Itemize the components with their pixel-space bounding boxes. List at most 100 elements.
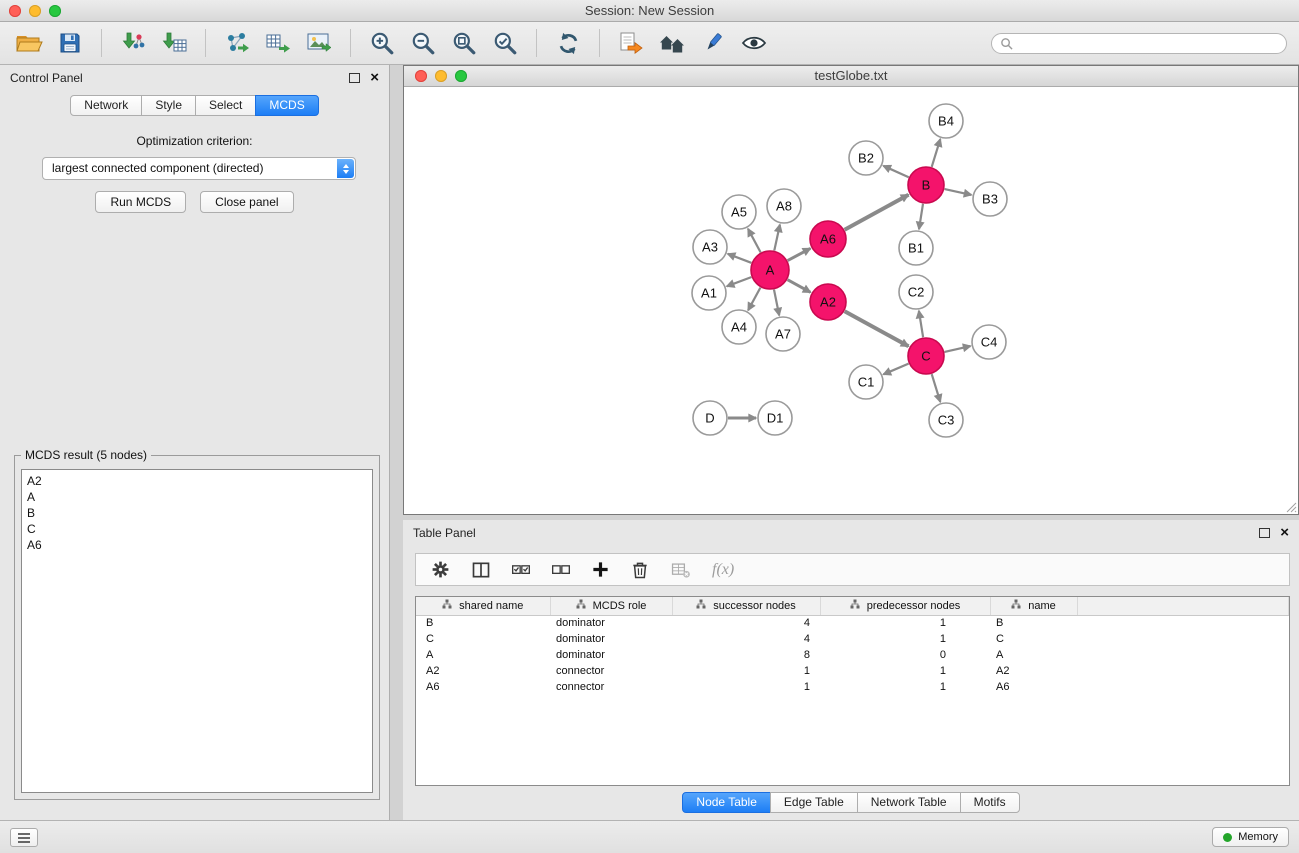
table-cell[interactable]: 1	[820, 631, 990, 647]
graph-edge[interactable]	[919, 204, 923, 229]
graph-edge[interactable]	[945, 189, 972, 195]
search-input[interactable]	[1018, 36, 1278, 50]
table-cell[interactable]: 1	[820, 615, 990, 631]
network-canvas[interactable]: AA6A2BCA1A3A4A5A7A8B1B2B3B4C1C2C3C4DD1	[404, 88, 1298, 514]
select-all-icon[interactable]	[511, 557, 531, 583]
tab-select[interactable]: Select	[195, 95, 256, 116]
table-cell[interactable]: A	[416, 647, 550, 663]
table-row[interactable]: A6connector11A6	[416, 679, 1289, 695]
mcds-result-item[interactable]: B	[27, 505, 367, 521]
graph-edge[interactable]	[788, 248, 811, 260]
new-network-icon[interactable]	[220, 26, 254, 60]
table-cell[interactable]: connector	[550, 663, 672, 679]
close-panel-icon[interactable]: ×	[370, 73, 379, 83]
zoom-window-button[interactable]	[49, 5, 61, 17]
memory-button[interactable]: Memory	[1212, 827, 1289, 847]
show-graphics-details-icon[interactable]	[737, 26, 771, 60]
node-table-container[interactable]: shared name MCDS role successor nodes pr…	[415, 596, 1290, 786]
search-field[interactable]	[991, 33, 1287, 54]
graph-edge[interactable]	[932, 374, 941, 402]
table-cell[interactable]: 1	[672, 679, 820, 695]
table-cell[interactable]: B	[990, 615, 1077, 631]
table-row[interactable]: A2connector11A2	[416, 663, 1289, 679]
graph-edge[interactable]	[883, 364, 908, 375]
resize-grip-icon[interactable]	[1285, 501, 1297, 513]
table-settings-icon[interactable]	[430, 557, 451, 583]
mcds-result-item[interactable]: C	[27, 521, 367, 537]
tab-mcds[interactable]: MCDS	[255, 95, 318, 116]
graph-edge[interactable]	[727, 277, 752, 286]
export-image-icon[interactable]	[302, 26, 336, 60]
minimize-window-button[interactable]	[29, 5, 41, 17]
table-cell[interactable]: dominator	[550, 615, 672, 631]
tab-style[interactable]: Style	[141, 95, 196, 116]
graph-edge[interactable]	[919, 311, 923, 337]
table-cell[interactable]: 1	[820, 679, 990, 695]
open-session-icon[interactable]	[12, 26, 46, 60]
import-table-icon[interactable]	[157, 26, 191, 60]
show-columns-icon[interactable]	[471, 557, 491, 583]
run-mcds-button[interactable]: Run MCDS	[95, 191, 186, 213]
zoom-network-window-button[interactable]	[455, 70, 467, 82]
apply-layout-icon[interactable]	[551, 26, 585, 60]
graph-edge[interactable]	[774, 290, 779, 316]
function-builder-icon[interactable]: f(x)	[712, 557, 734, 583]
table-cell[interactable]: dominator	[550, 631, 672, 647]
graph-edge[interactable]	[945, 346, 971, 352]
float-table-panel-icon[interactable]	[1259, 528, 1270, 538]
mcds-result-list[interactable]: A2ABCA6	[21, 469, 373, 793]
close-panel-button[interactable]: Close panel	[200, 191, 293, 213]
table-cell[interactable]: 4	[672, 615, 820, 631]
column-header-mcds-role[interactable]: MCDS role	[550, 597, 672, 615]
annotation-pen-icon[interactable]	[696, 26, 730, 60]
table-cell[interactable]: A2	[416, 663, 550, 679]
table-cell[interactable]: A6	[990, 679, 1077, 695]
table-cell[interactable]: 4	[672, 631, 820, 647]
column-header-shared-name[interactable]: shared name	[416, 597, 550, 615]
zoom-fit-icon[interactable]	[447, 26, 481, 60]
mcds-result-item[interactable]: A	[27, 489, 367, 505]
mcds-result-item[interactable]: A2	[27, 473, 367, 489]
graph-edge[interactable]	[748, 288, 760, 311]
zoom-selected-icon[interactable]	[488, 26, 522, 60]
close-table-panel-icon[interactable]: ×	[1280, 528, 1289, 538]
tab-edge-table[interactable]: Edge Table	[770, 792, 858, 813]
graph-edge[interactable]	[788, 280, 811, 293]
tab-node-table[interactable]: Node Table	[682, 792, 771, 813]
clear-table-icon[interactable]	[670, 557, 692, 583]
import-network-icon[interactable]	[116, 26, 150, 60]
graph-edge[interactable]	[748, 229, 761, 253]
column-header-name[interactable]: name	[990, 597, 1077, 615]
optimization-criterion-dropdown[interactable]: largest connected component (directed)	[42, 157, 356, 180]
table-cell[interactable]: A2	[990, 663, 1077, 679]
graph-edge[interactable]	[883, 166, 908, 177]
overview-home-icon[interactable]	[655, 26, 689, 60]
column-header-predecessor-nodes[interactable]: predecessor nodes	[820, 597, 990, 615]
table-cell[interactable]: 1	[820, 663, 990, 679]
graph-edge[interactable]	[845, 195, 909, 230]
deselect-all-icon[interactable]	[551, 557, 571, 583]
table-cell[interactable]: A	[990, 647, 1077, 663]
minimize-network-window-button[interactable]	[435, 70, 447, 82]
tab-network-table[interactable]: Network Table	[857, 792, 961, 813]
graph-edge[interactable]	[728, 254, 752, 263]
zoom-out-icon[interactable]	[406, 26, 440, 60]
column-header-successor-nodes[interactable]: successor nodes	[672, 597, 820, 615]
graph-edge[interactable]	[845, 311, 909, 346]
table-cell[interactable]: C	[416, 631, 550, 647]
close-window-button[interactable]	[9, 5, 21, 17]
graph-edge[interactable]	[932, 139, 941, 167]
export-table-icon[interactable]	[261, 26, 295, 60]
network-canvas-svg[interactable]: AA6A2BCA1A3A4A5A7A8B1B2B3B4C1C2C3C4DD1	[404, 88, 1298, 515]
table-cell[interactable]: 0	[820, 647, 990, 663]
delete-column-icon[interactable]	[630, 557, 650, 583]
float-panel-icon[interactable]	[349, 73, 360, 83]
table-cell[interactable]: A6	[416, 679, 550, 695]
save-session-icon[interactable]	[53, 26, 87, 60]
table-cell[interactable]: connector	[550, 679, 672, 695]
table-cell[interactable]: dominator	[550, 647, 672, 663]
tab-motifs[interactable]: Motifs	[960, 792, 1020, 813]
graph-edge[interactable]	[774, 225, 780, 251]
add-column-icon[interactable]	[591, 557, 610, 583]
table-cell[interactable]: 1	[672, 663, 820, 679]
